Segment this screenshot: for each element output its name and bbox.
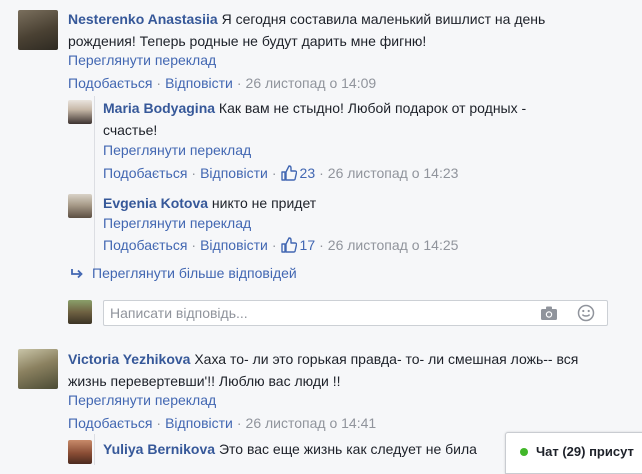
avatar	[68, 300, 92, 324]
reply-arrow-icon	[70, 266, 84, 284]
reply-text-line2: счастье!	[103, 122, 158, 138]
avatar[interactable]	[68, 194, 92, 218]
comment-text: Хаха то- ли это горькая правда- то- ли с…	[194, 351, 579, 367]
reply-link[interactable]: Відповісти	[165, 415, 233, 431]
like-count[interactable]: 23	[300, 165, 316, 181]
comment-author[interactable]: Victoria Yezhikova	[68, 351, 190, 367]
reply-link[interactable]: Відповісти	[200, 165, 268, 181]
reply-text: никто не придет	[211, 195, 317, 211]
comment-text: Я сегодня составила маленький вишлист на…	[221, 11, 546, 27]
reply-body: Maria Bodyagina Как вам не стыдно! Любой…	[103, 97, 526, 141]
comment-body: Victoria Yezhikova Хаха то- ли это горьк…	[68, 348, 578, 392]
like-link[interactable]: Подобається	[103, 237, 187, 253]
like-link[interactable]: Подобається	[103, 165, 187, 181]
translate-link[interactable]: Переглянути переклад	[103, 214, 251, 232]
reply-body: Evgenia Kotova никто не придет	[103, 192, 316, 214]
reply-input[interactable]	[110, 304, 530, 322]
timestamp[interactable]: 26 листопад о 14:25	[328, 237, 459, 253]
chat-label[interactable]: Чат (29) присут	[536, 444, 634, 459]
reply-link[interactable]: Відповісти	[200, 237, 268, 253]
comment-actions: Подобається · Відповісти · 26 листопад о 14:…	[68, 415, 377, 431]
thread-line	[94, 96, 95, 270]
reply-body: Yuliya Bernikova Это вас еще жизнь как с…	[103, 438, 477, 460]
comment-text-line2: жизнь перевертевши'!! Люблю вас люди !!	[68, 373, 341, 389]
like-link[interactable]: Подобається	[68, 75, 152, 91]
online-dot-icon	[520, 448, 528, 456]
timestamp[interactable]: 26 листопад о 14:09	[246, 75, 377, 91]
thumbs-up-icon[interactable]	[280, 237, 297, 257]
more-replies-label[interactable]: Переглянути більше відповідей	[92, 265, 297, 281]
reply-link[interactable]: Відповісти	[165, 75, 233, 91]
reply-text: Как вам не стыдно! Любой подарок от родн…	[218, 100, 527, 116]
reply-actions: Подобається · Відповісти · 23 · 26 листопад о …	[103, 164, 458, 185]
like-link[interactable]: Подобається	[68, 415, 152, 431]
reply-author[interactable]: Yuliya Bernikova	[103, 441, 215, 457]
translate-link[interactable]: Переглянути переклад	[68, 391, 216, 409]
smiley-icon[interactable]	[577, 304, 595, 325]
comment-text-line2: рождения! Теперь родные не будут дарить …	[68, 33, 427, 49]
comment-author[interactable]: Nesterenko Anastasiia	[68, 11, 218, 27]
translate-link[interactable]: Переглянути переклад	[103, 141, 251, 159]
avatar[interactable]	[18, 10, 58, 50]
like-count[interactable]: 17	[300, 237, 316, 253]
comment-body: Nesterenko Anastasiia Я сегодня составил…	[68, 8, 545, 52]
timestamp[interactable]: 26 листопад о 14:23	[328, 165, 459, 181]
timestamp[interactable]: 26 листопад о 14:41	[246, 415, 377, 431]
avatar[interactable]	[68, 100, 92, 124]
thread-line	[94, 434, 95, 465]
chat-tab[interactable]: Чат (29) присут	[505, 432, 642, 474]
translate-link[interactable]: Переглянути переклад	[68, 51, 216, 69]
reply-author[interactable]: Evgenia Kotova	[103, 195, 208, 211]
thumbs-up-icon[interactable]	[280, 165, 297, 185]
reply-text: Это вас еще жизнь как следует не била	[218, 441, 477, 457]
reply-author[interactable]: Maria Bodyagina	[103, 100, 215, 116]
reply-actions: Подобається · Відповісти · 17 · 26 листопад о …	[103, 236, 458, 257]
avatar[interactable]	[68, 440, 92, 464]
comment-actions: Подобається · Відповісти · 26 листопад о 14:…	[68, 75, 377, 91]
more-replies-link[interactable]: Переглянути більше відповідей	[70, 264, 297, 284]
avatar[interactable]	[18, 349, 58, 389]
reply-box[interactable]	[103, 300, 608, 326]
camera-icon[interactable]	[540, 305, 558, 324]
